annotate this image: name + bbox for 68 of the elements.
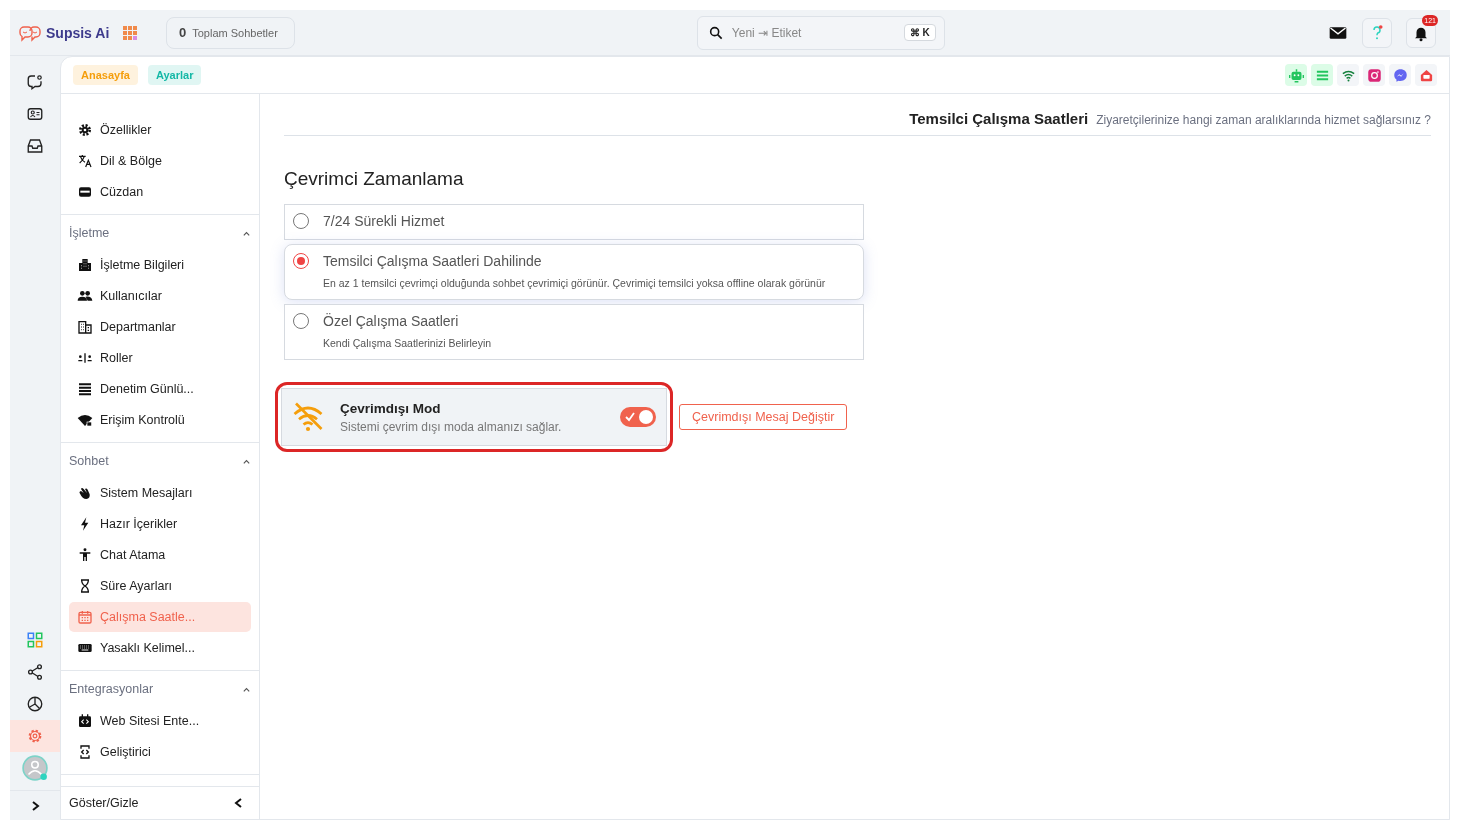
section-header[interactable]: Entegrasyonlar: [69, 677, 251, 705]
toggle-switch[interactable]: [620, 407, 656, 427]
building-icon: [77, 257, 93, 273]
radio-button[interactable]: [293, 313, 309, 329]
pie-chart-icon: [26, 695, 44, 713]
grid-icon: [123, 25, 138, 40]
section-heading: Çevrimci Zamanlama: [284, 168, 465, 190]
sidebar-item[interactable]: Yasaklı Kelimel...: [69, 633, 251, 663]
person-icon: [77, 547, 93, 563]
section-header[interactable]: İşletme: [69, 221, 251, 249]
code-icon: [77, 713, 93, 729]
offline-mode-description: Sistemi çevrim dışı moda almanızı sağlar.: [340, 419, 563, 434]
apps-grid-icon: [26, 631, 44, 649]
gear-icon: [77, 122, 93, 138]
schedule-option[interactable]: Özel Çalışma Saatleri Kendi Çalışma Saatlerinizi Belirleyin: [284, 304, 864, 360]
sidebar-item[interactable]: Süre Ayarları: [69, 571, 251, 601]
section-header[interactable]: Sohbet: [69, 449, 251, 477]
sidebar-item[interactable]: Dil & Bölge: [69, 146, 251, 176]
wifi-lock-icon: [77, 412, 93, 428]
roles-icon: [77, 350, 93, 366]
office-icon: [77, 319, 93, 335]
chat-bubble-icon: [26, 73, 44, 91]
sidebar-item[interactable]: Denetim Günlü...: [69, 374, 251, 404]
page-title: Temsilci Çalışma Saatleri: [909, 110, 1089, 127]
list-icon: [77, 381, 93, 397]
sidebar-item[interactable]: İşletme Bilgileri: [69, 250, 251, 280]
page-subtitle: Ziyaretçilerinize hangi zaman aralıklarında hizmet sağlarsınız ?: [1096, 113, 1431, 127]
settings-icon: [26, 727, 44, 745]
sidebar-item[interactable]: Sistem Mesajları: [69, 478, 251, 508]
option-description: En az 1 temsilci çevrimçi olduğunda sohbet çevrimiçi görünür. Çevrimiçi temsilci yoksa offline olarak görünür: [323, 277, 827, 289]
wallet-icon: [77, 184, 93, 200]
sidebar-item[interactable]: Chat Atama: [69, 540, 251, 570]
translate-icon: [77, 153, 93, 169]
counter-label: Toplam Sohbetler: [192, 26, 278, 39]
hand-icon: [77, 485, 93, 501]
inbox-icon: [26, 137, 44, 155]
toggle-label: Göster/Gizle: [69, 796, 139, 810]
option-label: 7/24 Sürekli Hizmet: [323, 213, 446, 229]
sidebar-item[interactable]: Hazır İçerikler: [69, 509, 251, 539]
search-box[interactable]: Yeni ⇥ Etiket ⌘ K: [696, 15, 945, 50]
brand-name: Supsis Ai: [46, 24, 110, 41]
share-icon: [26, 663, 44, 681]
offline-mode-title: Çevrimdışı Mod: [340, 400, 442, 416]
schedule-option[interactable]: 7/24 Sürekli Hizmet: [284, 204, 864, 240]
sidebar-item[interactable]: Özellikler: [69, 115, 251, 145]
sidebar-item[interactable]: Cüzdan: [69, 177, 251, 207]
schedule-option[interactable]: Temsilci Çalışma Saatleri Dahilinde En az 1 temsilci çevrimçi olduğunda sohbet çevrimiçi görünür. Çevrimiçi temsilci yoksa offline olarak görünür: [284, 244, 864, 300]
shortcut-hint: ⌘ K: [903, 24, 936, 41]
check-icon: [625, 412, 635, 422]
search-icon: [707, 24, 724, 41]
calendar-icon: [77, 609, 93, 625]
option-label: Özel Çalışma Saatleri: [323, 313, 460, 329]
sidebar-item[interactable]: Kullanıcılar: [69, 281, 251, 311]
radio-button[interactable]: [293, 253, 309, 269]
people-icon: [77, 288, 93, 304]
sidebar-item[interactable]: Departmanlar: [69, 312, 251, 342]
radio-button[interactable]: [293, 213, 309, 229]
option-description: Kendi Çalışma Saatlerinizi Belirleyin: [323, 337, 493, 349]
sidebar-item[interactable]: Web Sitesi Ente...: [69, 706, 251, 736]
avatar-icon: [22, 755, 48, 781]
option-label: Temsilci Çalışma Saatleri Dahilinde: [323, 253, 543, 269]
sidebar-item[interactable]: Erişim Kontrolü: [69, 405, 251, 435]
phone-code-icon: [77, 744, 93, 760]
sidebar-item[interactable]: Roller: [69, 343, 251, 373]
search-field[interactable]: Yeni ⇥ Etiket: [729, 24, 898, 41]
chat-count: 0: [179, 25, 187, 40]
contact-card-icon: [26, 105, 44, 123]
sidebar-item[interactable]: Geliştirici: [69, 737, 251, 767]
